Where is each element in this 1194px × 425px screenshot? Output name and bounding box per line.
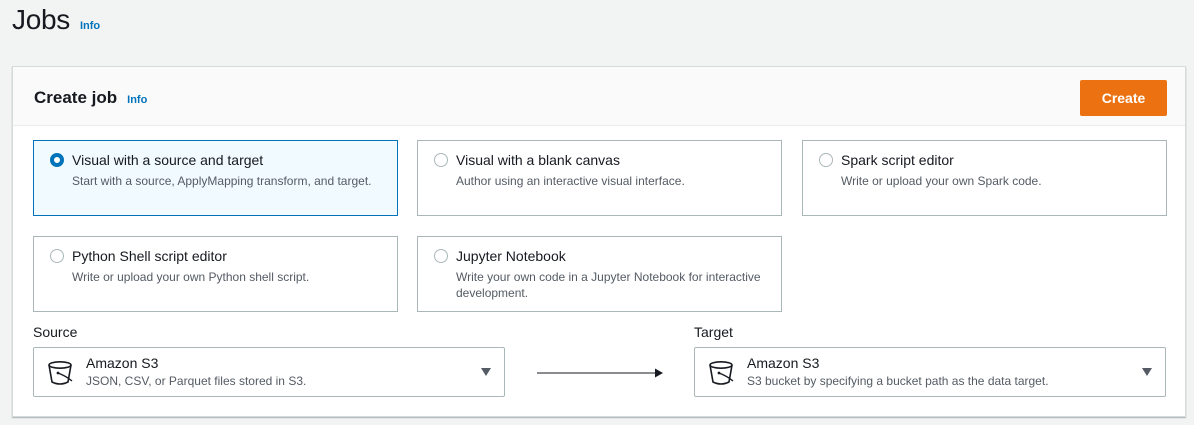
page-header: Jobs Info <box>12 4 100 36</box>
tile-visual-source-target[interactable]: Visual with a source and target Start wi… <box>33 140 398 216</box>
tile-visual-blank-canvas[interactable]: Visual with a blank canvas Author using … <box>417 140 782 216</box>
create-job-panel: Create job Info Create Visual with a sou… <box>12 66 1186 417</box>
target-value: Amazon S3 <box>747 355 820 371</box>
tile-description: Write or upload your own Python shell sc… <box>72 270 310 284</box>
tile-title: Python Shell script editor <box>72 248 227 264</box>
tile-description: Start with a source, ApplyMapping transf… <box>72 174 372 188</box>
target-description: S3 bucket by specifying a bucket path as… <box>747 374 1049 388</box>
source-label: Source <box>33 324 78 340</box>
s3-bucket-icon <box>48 360 73 385</box>
page-info-link[interactable]: Info <box>80 20 100 32</box>
panel-info-link[interactable]: Info <box>127 94 147 106</box>
tile-description: Write your own code in a Jupyter Noteboo… <box>456 270 761 300</box>
arrow-right-icon <box>537 368 663 378</box>
panel-header: Create job Info Create <box>13 67 1185 126</box>
tile-title: Visual with a blank canvas <box>456 152 620 168</box>
target-label: Target <box>694 324 733 340</box>
tile-jupyter-notebook[interactable]: Jupyter Notebook Write your own code in … <box>417 236 782 312</box>
s3-bucket-icon <box>709 360 734 385</box>
tile-title: Spark script editor <box>841 152 954 168</box>
panel-title-wrap: Create job Info <box>34 88 147 108</box>
tile-python-shell-editor[interactable]: Python Shell script editor Write or uplo… <box>33 236 398 312</box>
page-title: Jobs <box>12 4 70 35</box>
radio-visual-source-target[interactable] <box>50 153 64 167</box>
tile-description: Author using an interactive visual inter… <box>456 174 685 188</box>
caret-down-icon <box>481 368 491 376</box>
create-button[interactable]: Create <box>1080 80 1167 116</box>
tile-title: Visual with a source and target <box>72 152 264 168</box>
source-description: JSON, CSV, or Parquet files stored in S3… <box>86 374 307 388</box>
caret-down-icon <box>1142 368 1152 376</box>
radio-visual-blank-canvas[interactable] <box>434 153 448 167</box>
panel-title: Create job <box>34 88 118 107</box>
radio-spark-script-editor[interactable] <box>819 153 833 167</box>
source-select[interactable]: Amazon S3 JSON, CSV, or Parquet files st… <box>33 347 505 397</box>
radio-python-shell-editor[interactable] <box>50 249 64 263</box>
tile-spark-script-editor[interactable]: Spark script editor Write or upload your… <box>802 140 1167 216</box>
source-value: Amazon S3 <box>86 355 159 371</box>
tile-title: Jupyter Notebook <box>456 248 566 264</box>
target-select[interactable]: Amazon S3 S3 bucket by specifying a buck… <box>694 347 1166 397</box>
radio-jupyter-notebook[interactable] <box>434 249 448 263</box>
tile-description: Write or upload your own Spark code. <box>841 174 1042 188</box>
